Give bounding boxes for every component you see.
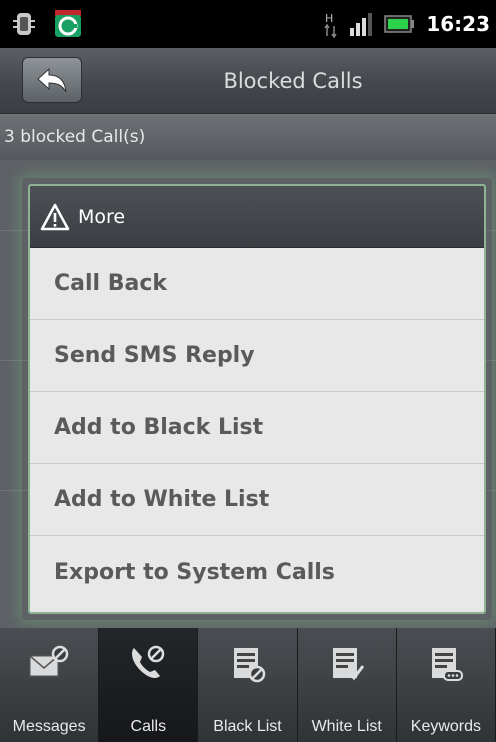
tab-white-list[interactable]: White List bbox=[297, 628, 397, 742]
clock: 16:23 bbox=[426, 12, 490, 36]
title-bar: Blocked Calls bbox=[0, 48, 496, 114]
tab-messages[interactable]: Messages bbox=[0, 628, 100, 742]
tab-calls[interactable]: Calls bbox=[99, 628, 199, 742]
dialog-title: More bbox=[78, 205, 126, 228]
menu-item-send-sms-reply[interactable]: Send SMS Reply bbox=[30, 320, 484, 392]
tab-label-calls: Calls bbox=[130, 718, 167, 735]
debug-icon bbox=[13, 13, 35, 35]
white-list-icon bbox=[332, 648, 364, 681]
network-h-icon: H bbox=[324, 12, 337, 38]
status-bar: H 16:23 bbox=[0, 0, 496, 48]
tab-keywords[interactable]: Keywords bbox=[396, 628, 496, 742]
battery-icon bbox=[384, 15, 415, 33]
page-title: Blocked Calls bbox=[223, 69, 363, 93]
calls-icon bbox=[132, 645, 165, 678]
signal-icon bbox=[350, 13, 373, 36]
bottom-tab-bar: Messages Calls Black List White List Key… bbox=[0, 628, 496, 742]
svg-text:H: H bbox=[325, 12, 333, 25]
tab-label-keywords: Keywords bbox=[410, 718, 482, 735]
tab-label-messages: Messages bbox=[12, 718, 86, 735]
tab-label-white-list: White List bbox=[311, 718, 382, 735]
menu-item-add-to-black-list[interactable]: Add to Black List bbox=[30, 392, 484, 464]
more-dialog: More Call Back Send SMS Reply Add to Bla… bbox=[28, 184, 486, 614]
tab-black-list[interactable]: Black List bbox=[198, 628, 298, 742]
messages-icon bbox=[29, 645, 69, 677]
keywords-icon bbox=[431, 648, 463, 681]
menu-item-add-to-white-list[interactable]: Add to White List bbox=[30, 464, 484, 536]
app-icon bbox=[55, 10, 81, 37]
blocked-count: 3 blocked Call(s) bbox=[0, 114, 496, 160]
black-list-icon bbox=[233, 648, 265, 683]
warning-icon bbox=[40, 203, 70, 230]
menu-item-export-to-system-calls[interactable]: Export to System Calls bbox=[30, 536, 484, 608]
dialog-header: More bbox=[30, 186, 484, 248]
tab-label-black-list: Black List bbox=[213, 718, 282, 735]
menu-item-call-back[interactable]: Call Back bbox=[30, 248, 484, 320]
